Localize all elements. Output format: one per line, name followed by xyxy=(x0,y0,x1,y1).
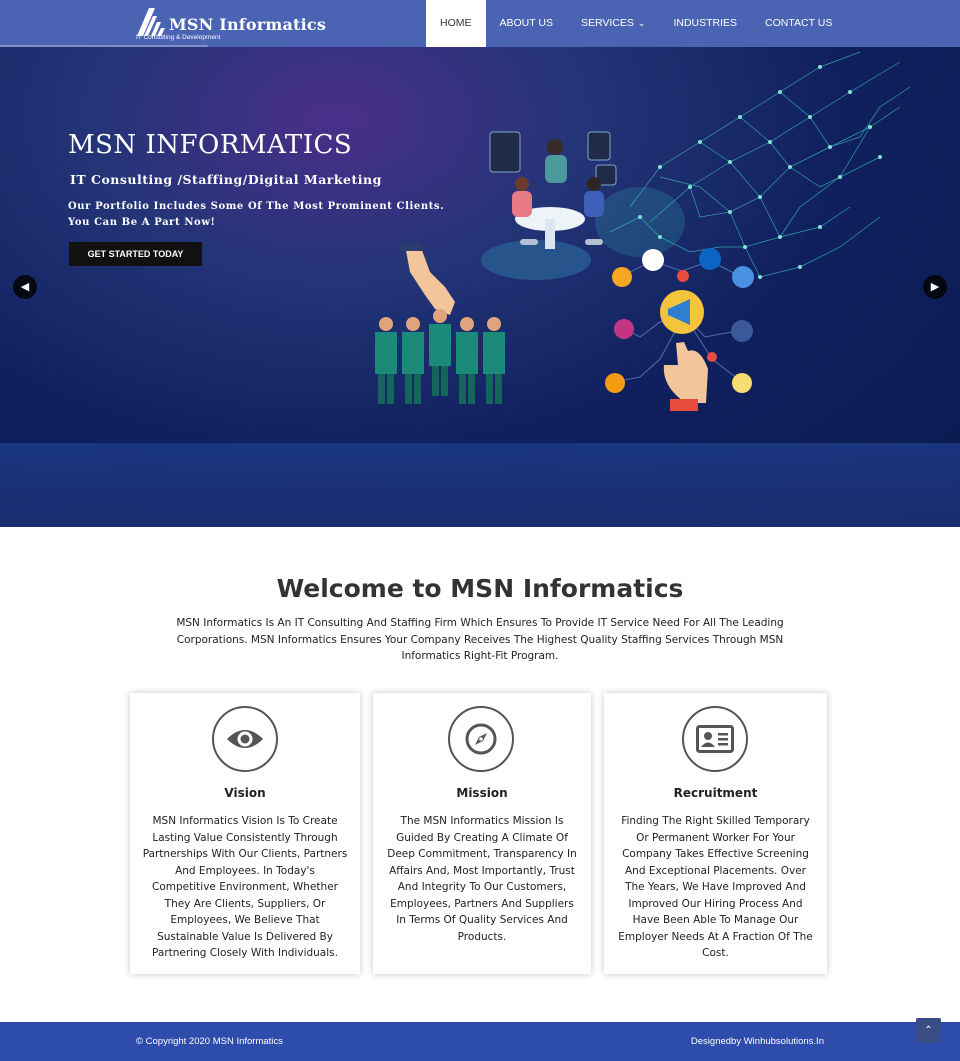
footer-designed-by[interactable]: Designedby Winhubsolutions.In xyxy=(691,1036,824,1047)
team-meeting-graphic xyxy=(481,131,617,280)
id-card-icon xyxy=(696,725,734,753)
recruitment-title: Recruitment xyxy=(673,786,758,800)
chevron-right-icon: ▶ xyxy=(930,281,940,293)
footer-copyright: © Copyright 2020 MSN Informatics xyxy=(136,1036,283,1047)
network-hand-graphic xyxy=(595,51,911,279)
recruitment-text: Finding The Right Skilled Temporary Or P… xyxy=(618,815,813,959)
recruitment-card: Recruitment Finding The Right Skilled Te… xyxy=(604,693,827,974)
nav-about-us[interactable]: ABOUT US xyxy=(486,0,567,47)
hero-subtitle: IT Consulting /Staffing/Digital Marketin… xyxy=(70,172,382,187)
get-started-button[interactable]: GET STARTED TODAY xyxy=(69,242,202,266)
chevron-up-icon: ⌃ xyxy=(924,1025,933,1036)
nav-industries[interactable]: INDUSTRIES xyxy=(659,0,751,47)
hero-slider: MSN INFORMATICS IT Consulting /Staffing/… xyxy=(0,47,960,527)
compass-icon xyxy=(465,723,497,755)
site-logo[interactable]: MSN Informatics IT Consulting & Developm… xyxy=(135,5,326,43)
nav-home[interactable]: HOME xyxy=(426,0,486,47)
chevron-left-icon: ◀ xyxy=(20,281,30,293)
hero-description: Our Portfolio Includes Some Of The Most … xyxy=(68,201,445,228)
logo-text: MSN Informatics xyxy=(169,15,327,34)
hero-title: MSN INFORMATICS xyxy=(68,130,353,160)
vision-icon-circle xyxy=(212,706,278,772)
site-footer: © Copyright 2020 MSN Informatics Designe… xyxy=(0,1022,960,1061)
nav-contact-us[interactable]: CONTACT US xyxy=(751,0,846,47)
slider-prev-button[interactable]: ◀ xyxy=(13,275,37,299)
mission-title: Mission xyxy=(456,786,508,800)
digital-marketing-graphic xyxy=(605,248,754,411)
mission-icon-circle xyxy=(448,706,514,772)
slider-next-button[interactable]: ▶ xyxy=(923,275,947,299)
logo-tagline: IT Consulting & Development xyxy=(136,34,221,41)
welcome-text: MSN Informatics Is An IT Consulting And … xyxy=(176,617,784,662)
vision-text: MSN Informatics Vision Is To Create Last… xyxy=(142,815,348,959)
top-navbar: MSN Informatics IT Consulting & Developm… xyxy=(0,0,960,47)
vision-card: Vision MSN Informatics Vision Is To Crea… xyxy=(130,693,360,974)
mission-card: Mission The MSN Informatics Mission Is G… xyxy=(373,693,591,974)
chevron-down-icon: ⌄ xyxy=(637,18,646,28)
vision-title: Vision xyxy=(224,786,266,800)
eye-icon xyxy=(227,730,263,748)
nav-services[interactable]: SERVICES ⌄ xyxy=(567,0,659,47)
hero-illustration xyxy=(375,51,911,411)
mission-text: The MSN Informatics Mission Is Guided By… xyxy=(387,815,577,943)
recruitment-icon-circle xyxy=(682,706,748,772)
scroll-to-top-button[interactable]: ⌃ xyxy=(916,1018,941,1043)
main-nav: HOME ABOUT US SERVICES ⌄ INDUSTRIES CONTA… xyxy=(426,0,846,47)
welcome-title: Welcome to MSN Informatics xyxy=(276,574,684,603)
